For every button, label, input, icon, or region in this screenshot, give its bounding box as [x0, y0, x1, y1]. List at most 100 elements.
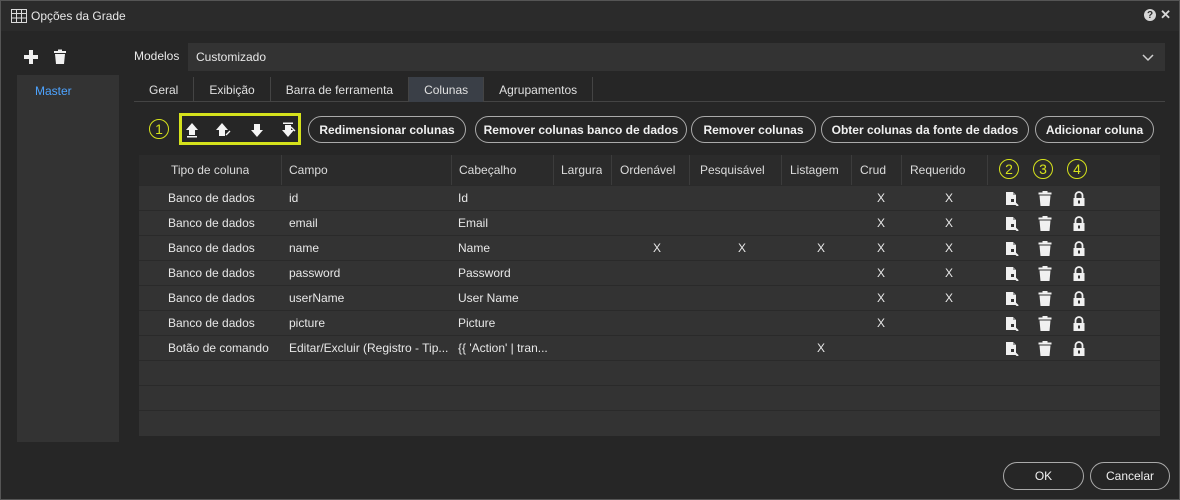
table-row[interactable]: Banco de dados picture Picture X: [139, 310, 1160, 335]
resize-columns-button[interactable]: Redimensionar colunas: [308, 116, 466, 143]
edit-icon[interactable]: [1005, 291, 1019, 307]
modelos-selected-value: Customizado: [196, 50, 267, 64]
cell-cabecalho: Email: [458, 216, 489, 230]
grid-icon: [11, 9, 27, 23]
empty-row: [139, 385, 1160, 410]
cell-pesquisavel: X: [737, 241, 746, 255]
help-icon[interactable]: ?: [1144, 9, 1157, 21]
move-buttons-group: [179, 113, 301, 145]
tab-barra-de-ferramenta[interactable]: Barra de ferramenta: [271, 77, 410, 102]
header-campo: Campo: [289, 163, 328, 177]
edit-icon[interactable]: [1005, 241, 1019, 257]
header-ordenavel: Ordenável: [620, 163, 676, 177]
grid-header: Tipo de coluna Campo Cabeçalho Largura O…: [139, 155, 1160, 185]
cell-tipo: Banco de dados: [168, 241, 255, 255]
table-row[interactable]: Banco de dados userName User Name X X: [139, 285, 1160, 310]
delete-icon[interactable]: [1038, 191, 1052, 206]
table-row[interactable]: Banco de dados id Id X X: [139, 185, 1160, 210]
ok-button[interactable]: OK: [1003, 462, 1084, 490]
cell-campo: password: [289, 266, 341, 280]
plus-icon[interactable]: [23, 49, 39, 65]
cell-crud: X: [876, 291, 885, 305]
delete-icon[interactable]: [1038, 316, 1052, 331]
delete-icon[interactable]: [1038, 341, 1052, 356]
cell-tipo: Banco de dados: [168, 266, 255, 280]
model-list: Master: [17, 75, 119, 442]
lock-icon[interactable]: [1072, 266, 1086, 281]
cell-listagem: X: [816, 241, 825, 255]
edit-icon[interactable]: [1005, 191, 1019, 207]
delete-icon[interactable]: [1038, 291, 1052, 306]
lock-icon[interactable]: [1072, 241, 1086, 256]
lock-icon[interactable]: [1072, 316, 1086, 331]
modelos-select[interactable]: Customizado: [188, 43, 1165, 71]
edit-icon[interactable]: [1005, 341, 1019, 357]
cell-campo: id: [289, 191, 299, 205]
table-row[interactable]: Banco de dados password Password X X: [139, 260, 1160, 285]
grid-options-dialog: Opções da Grade ? ✕ Master Modelos Custo…: [0, 0, 1180, 500]
lock-icon[interactable]: [1072, 291, 1086, 306]
cell-requerido: X: [944, 266, 953, 280]
edit-icon[interactable]: [1005, 316, 1019, 332]
move-up-icon[interactable]: [215, 122, 231, 138]
remove-db-columns-button[interactable]: Remover colunas banco de dados: [475, 116, 687, 143]
lock-icon[interactable]: [1072, 341, 1086, 356]
chevron-down-icon: [1142, 54, 1154, 62]
cell-cabecalho: Name: [458, 241, 491, 255]
cell-crud: X: [876, 266, 885, 280]
cell-cabecalho: {{ 'Action' | tran...: [458, 341, 548, 355]
cell-cabecalho: Picture: [458, 316, 496, 330]
trash-icon[interactable]: [53, 49, 67, 65]
delete-icon[interactable]: [1038, 266, 1052, 281]
delete-icon[interactable]: [1038, 216, 1052, 231]
header-tipo-de-coluna: Tipo de coluna: [171, 163, 250, 177]
table-row[interactable]: Banco de dados name Name X X X X X: [139, 235, 1160, 260]
dialog-title: Opções da Grade: [31, 9, 126, 23]
model-list-item-master[interactable]: Master: [35, 84, 72, 98]
cell-cabecalho: Password: [458, 266, 511, 280]
modelos-label: Modelos: [134, 49, 180, 63]
tab-colunas[interactable]: Colunas: [409, 77, 485, 102]
remove-columns-button[interactable]: Remover colunas: [691, 116, 816, 143]
lock-icon[interactable]: [1072, 191, 1086, 206]
cancel-button[interactable]: Cancelar: [1090, 462, 1170, 490]
tab-agrupamentos[interactable]: Agrupamentos: [484, 77, 594, 102]
header-pesquisavel: Pesquisável: [700, 163, 765, 177]
header-crud: Crud: [860, 163, 887, 177]
tab-exibicao[interactable]: Exibição: [194, 77, 271, 102]
cell-requerido: X: [944, 216, 953, 230]
cell-requerido: X: [944, 291, 953, 305]
cell-campo: name: [289, 241, 320, 255]
cell-crud: X: [876, 191, 885, 205]
annotation-4: 4: [1067, 159, 1087, 179]
cell-tipo: Banco de dados: [168, 216, 255, 230]
tab-geral[interactable]: Geral: [134, 77, 195, 102]
delete-icon[interactable]: [1038, 241, 1052, 256]
move-last-icon[interactable]: [280, 122, 296, 138]
tab-bar: Geral Exibição Barra de ferramenta Colun…: [134, 77, 1165, 102]
annotation-1: 1: [149, 119, 169, 139]
get-columns-from-source-button[interactable]: Obter colunas da fonte de dados: [821, 116, 1029, 143]
cell-tipo: Banco de dados: [168, 316, 255, 330]
edit-icon[interactable]: [1005, 216, 1019, 232]
cell-listagem: X: [816, 341, 825, 355]
move-first-icon[interactable]: [184, 122, 200, 138]
add-column-button[interactable]: Adicionar coluna: [1035, 116, 1154, 143]
table-row[interactable]: Banco de dados email Email X X: [139, 210, 1160, 235]
close-icon[interactable]: ✕: [1160, 8, 1171, 21]
cell-tipo: Banco de dados: [168, 291, 255, 305]
empty-row: [139, 410, 1160, 435]
empty-row: [139, 360, 1160, 385]
columns-grid: Tipo de coluna Campo Cabeçalho Largura O…: [139, 155, 1160, 436]
cell-crud: X: [876, 241, 885, 255]
cell-requerido: X: [944, 241, 953, 255]
header-listagem: Listagem: [790, 163, 839, 177]
lock-icon[interactable]: [1072, 216, 1086, 231]
table-row[interactable]: Botão de comando Editar/Excluir (Registro…: [139, 335, 1160, 360]
cell-requerido: X: [944, 191, 953, 205]
move-down-icon[interactable]: [249, 122, 265, 138]
cell-ordenavel: X: [652, 241, 661, 255]
cell-cabecalho: User Name: [458, 291, 519, 305]
cell-campo: Editar/Excluir (Registro - Tip...: [289, 341, 449, 355]
edit-icon[interactable]: [1005, 266, 1019, 282]
